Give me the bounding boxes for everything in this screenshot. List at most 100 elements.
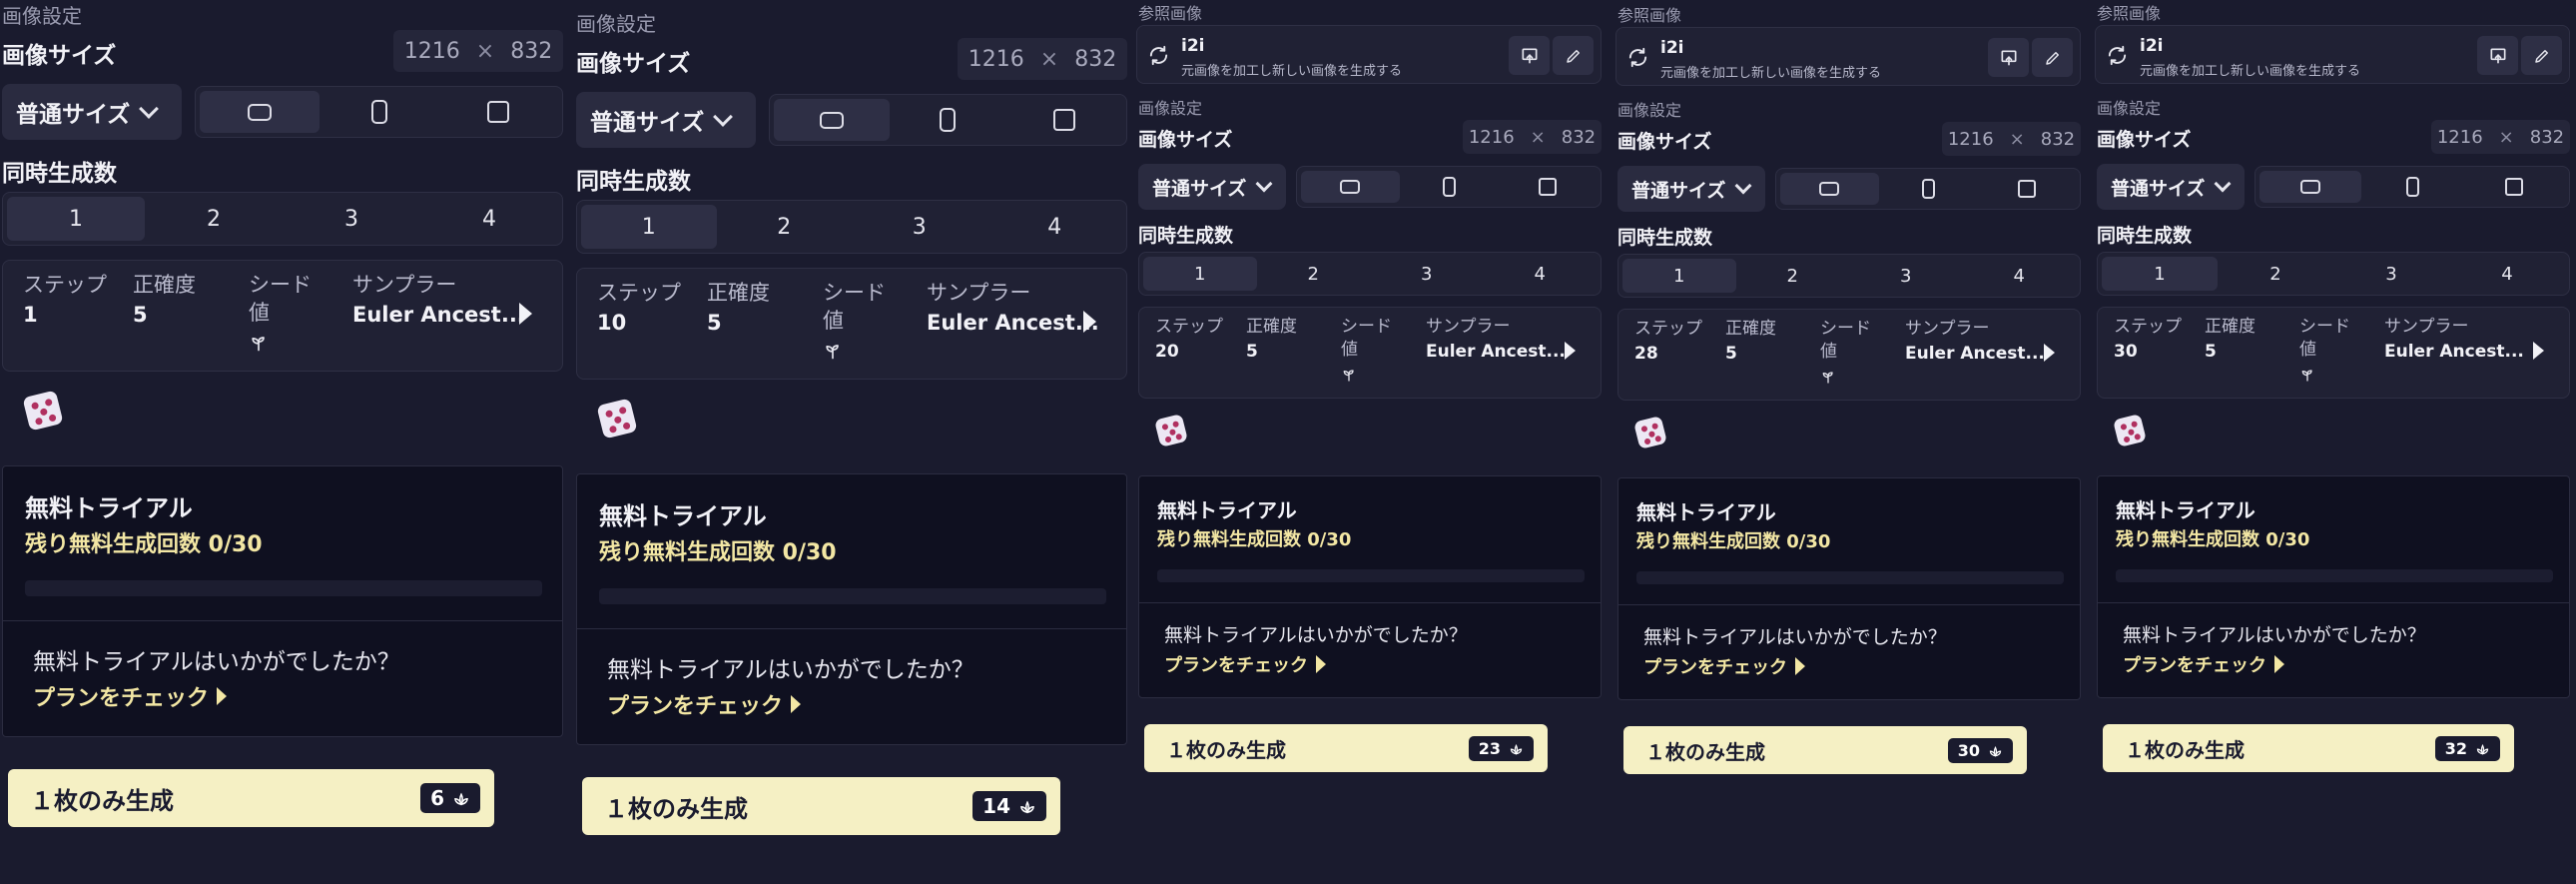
count-option-3[interactable]: 3 <box>2333 257 2449 291</box>
aspect-landscape-button[interactable] <box>200 91 320 133</box>
dice-icon[interactable] <box>1633 416 1667 449</box>
size-mode-value: 普通サイズ <box>16 102 131 128</box>
params-panel[interactable]: ステップ 10 正確度 5 シード 値 サンプラー Euler Ancest..… <box>576 268 1127 380</box>
aspect-square-button[interactable] <box>1006 99 1122 141</box>
image-size-heading: 画像サイズ <box>2097 129 2192 151</box>
dice-icon[interactable] <box>22 390 64 432</box>
aspect-portrait-button[interactable] <box>1400 171 1499 203</box>
check-plan-link[interactable]: プランをチェック <box>607 688 802 720</box>
count-option-1[interactable]: 1 <box>7 197 145 241</box>
i2i-name: i2i <box>1181 36 1205 56</box>
check-plan-link[interactable]: プランをチェック <box>1643 653 1805 679</box>
upload-button[interactable] <box>1509 36 1550 75</box>
size-mode-value: 普通サイズ <box>2111 177 2206 200</box>
play-arrow-icon[interactable] <box>1083 311 1096 333</box>
count-option-4[interactable]: 4 <box>420 197 558 241</box>
generate-once-button[interactable]: １枚のみ生成 32 <box>2103 724 2514 772</box>
trial-progress-bar <box>2116 569 2553 582</box>
size-readout[interactable]: 1216 × 832 <box>958 38 1127 80</box>
image-settings-label: 画像設定 <box>1617 101 1682 120</box>
count-option-4[interactable]: 4 <box>2449 257 2565 291</box>
size-width: 1216 <box>403 38 460 64</box>
size-width: 1216 <box>2436 126 2483 148</box>
trial-divider <box>2098 602 2569 603</box>
params-panel[interactable]: ステップ 30 正確度 5 シード 値 サンプラー Euler Ancest..… <box>2097 307 2570 399</box>
aspect-square-button[interactable] <box>1498 171 1597 203</box>
size-mode-dropdown[interactable]: 普通サイズ <box>2 84 182 140</box>
count-option-4[interactable]: 4 <box>987 205 1123 249</box>
check-plan-link[interactable]: プランをチェック <box>1164 651 1326 677</box>
upload-button[interactable] <box>1988 38 2029 77</box>
size-mode-dropdown[interactable]: 普通サイズ <box>1138 164 1286 210</box>
count-option-1[interactable]: 1 <box>2102 257 2218 291</box>
step-value: 28 <box>1634 344 1658 364</box>
sampler-label: サンプラー <box>2384 317 2469 337</box>
count-option-4[interactable]: 4 <box>1484 257 1598 291</box>
aspect-portrait-button[interactable] <box>890 99 1005 141</box>
play-arrow-icon[interactable] <box>1565 342 1576 360</box>
sampler-value: Euler Ancest... <box>1426 342 1566 362</box>
upload-icon <box>1522 48 1537 64</box>
count-option-3[interactable]: 3 <box>1849 259 1963 293</box>
accuracy-label: 正確度 <box>1725 319 1776 339</box>
size-readout[interactable]: 1216 × 832 <box>393 30 563 72</box>
dice-icon[interactable] <box>2113 414 2147 447</box>
count-option-1[interactable]: 1 <box>1622 259 1736 293</box>
aspect-square-button[interactable] <box>1977 173 2076 205</box>
size-times: × <box>2009 128 2025 150</box>
params-panel[interactable]: ステップ 1 正確度 5 シード 値 サンプラー Euler Ancest... <box>2 260 563 372</box>
aspect-portrait-button[interactable] <box>2361 171 2463 203</box>
free-trial-card: 無料トライアル 残り無料生成回数 0/30 無料トライアルはいかがでしたか？ プ… <box>2097 475 2570 698</box>
generate-once-button[interactable]: １枚のみ生成 14 <box>582 777 1060 835</box>
upload-button[interactable] <box>2477 36 2518 75</box>
count-option-1[interactable]: 1 <box>581 205 717 249</box>
count-option-2[interactable]: 2 <box>717 205 853 249</box>
reference-image-card[interactable]: i2i 元画像を加工し新しい画像を生成する <box>2095 25 2570 84</box>
aspect-landscape-button[interactable] <box>774 99 891 141</box>
check-plan-link[interactable]: プランをチェック <box>33 680 228 712</box>
step-value: 20 <box>1155 342 1179 362</box>
count-option-2[interactable]: 2 <box>1257 257 1371 291</box>
check-plan-label: プランをチェック <box>2123 655 2266 676</box>
size-readout[interactable]: 1216 × 832 <box>1463 120 1602 154</box>
count-option-2[interactable]: 2 <box>1736 259 1850 293</box>
params-panel[interactable]: ステップ 20 正確度 5 シード 値 サンプラー Euler Ancest..… <box>1138 307 1602 399</box>
count-option-3[interactable]: 3 <box>852 205 987 249</box>
params-panel[interactable]: ステップ 28 正確度 5 シード 値 サンプラー Euler Ancest..… <box>1617 309 2081 401</box>
aspect-landscape-button[interactable] <box>2259 171 2361 203</box>
aspect-portrait-button[interactable] <box>320 91 439 133</box>
aspect-landscape-button[interactable] <box>1780 173 1879 205</box>
play-arrow-icon[interactable] <box>2044 344 2055 362</box>
generate-once-button[interactable]: １枚のみ生成 30 <box>1623 726 2027 774</box>
generate-once-button[interactable]: １枚のみ生成 6 <box>8 769 494 827</box>
size-readout[interactable]: 1216 × 832 <box>1942 122 2081 156</box>
count-option-3[interactable]: 3 <box>1370 257 1484 291</box>
play-arrow-icon[interactable] <box>519 303 532 325</box>
aspect-square-button[interactable] <box>438 91 558 133</box>
dice-icon[interactable] <box>596 398 638 440</box>
aspect-portrait-button[interactable] <box>1879 173 1978 205</box>
trial-remaining: 残り無料生成回数 0/30 <box>2116 529 2310 550</box>
generate-once-button[interactable]: １枚のみ生成 23 <box>1144 724 1548 772</box>
reference-image-card[interactable]: i2i 元画像を加工し新しい画像を生成する <box>1615 27 2081 86</box>
check-plan-label: プランをチェック <box>1164 655 1308 676</box>
edit-button[interactable] <box>2032 38 2073 77</box>
square-aspect-icon <box>1052 109 1075 131</box>
aspect-square-button[interactable] <box>2463 171 2565 203</box>
edit-button[interactable] <box>1553 36 1594 75</box>
count-option-2[interactable]: 2 <box>2218 257 2333 291</box>
count-option-1[interactable]: 1 <box>1143 257 1257 291</box>
reference-image-card[interactable]: i2i 元画像を加工し新しい画像を生成する <box>1136 25 1602 84</box>
size-readout[interactable]: 1216 × 832 <box>2431 120 2570 154</box>
edit-button[interactable] <box>2521 36 2562 75</box>
aspect-landscape-button[interactable] <box>1301 171 1400 203</box>
size-mode-dropdown[interactable]: 普通サイズ <box>576 92 756 148</box>
check-plan-link[interactable]: プランをチェック <box>2123 651 2284 677</box>
count-option-3[interactable]: 3 <box>283 197 420 241</box>
size-mode-dropdown[interactable]: 普通サイズ <box>2097 164 2245 210</box>
size-mode-dropdown[interactable]: 普通サイズ <box>1617 166 1765 212</box>
play-arrow-icon[interactable] <box>2533 342 2544 360</box>
count-option-2[interactable]: 2 <box>145 197 283 241</box>
dice-icon[interactable] <box>1154 414 1188 447</box>
count-option-4[interactable]: 4 <box>1963 259 2077 293</box>
